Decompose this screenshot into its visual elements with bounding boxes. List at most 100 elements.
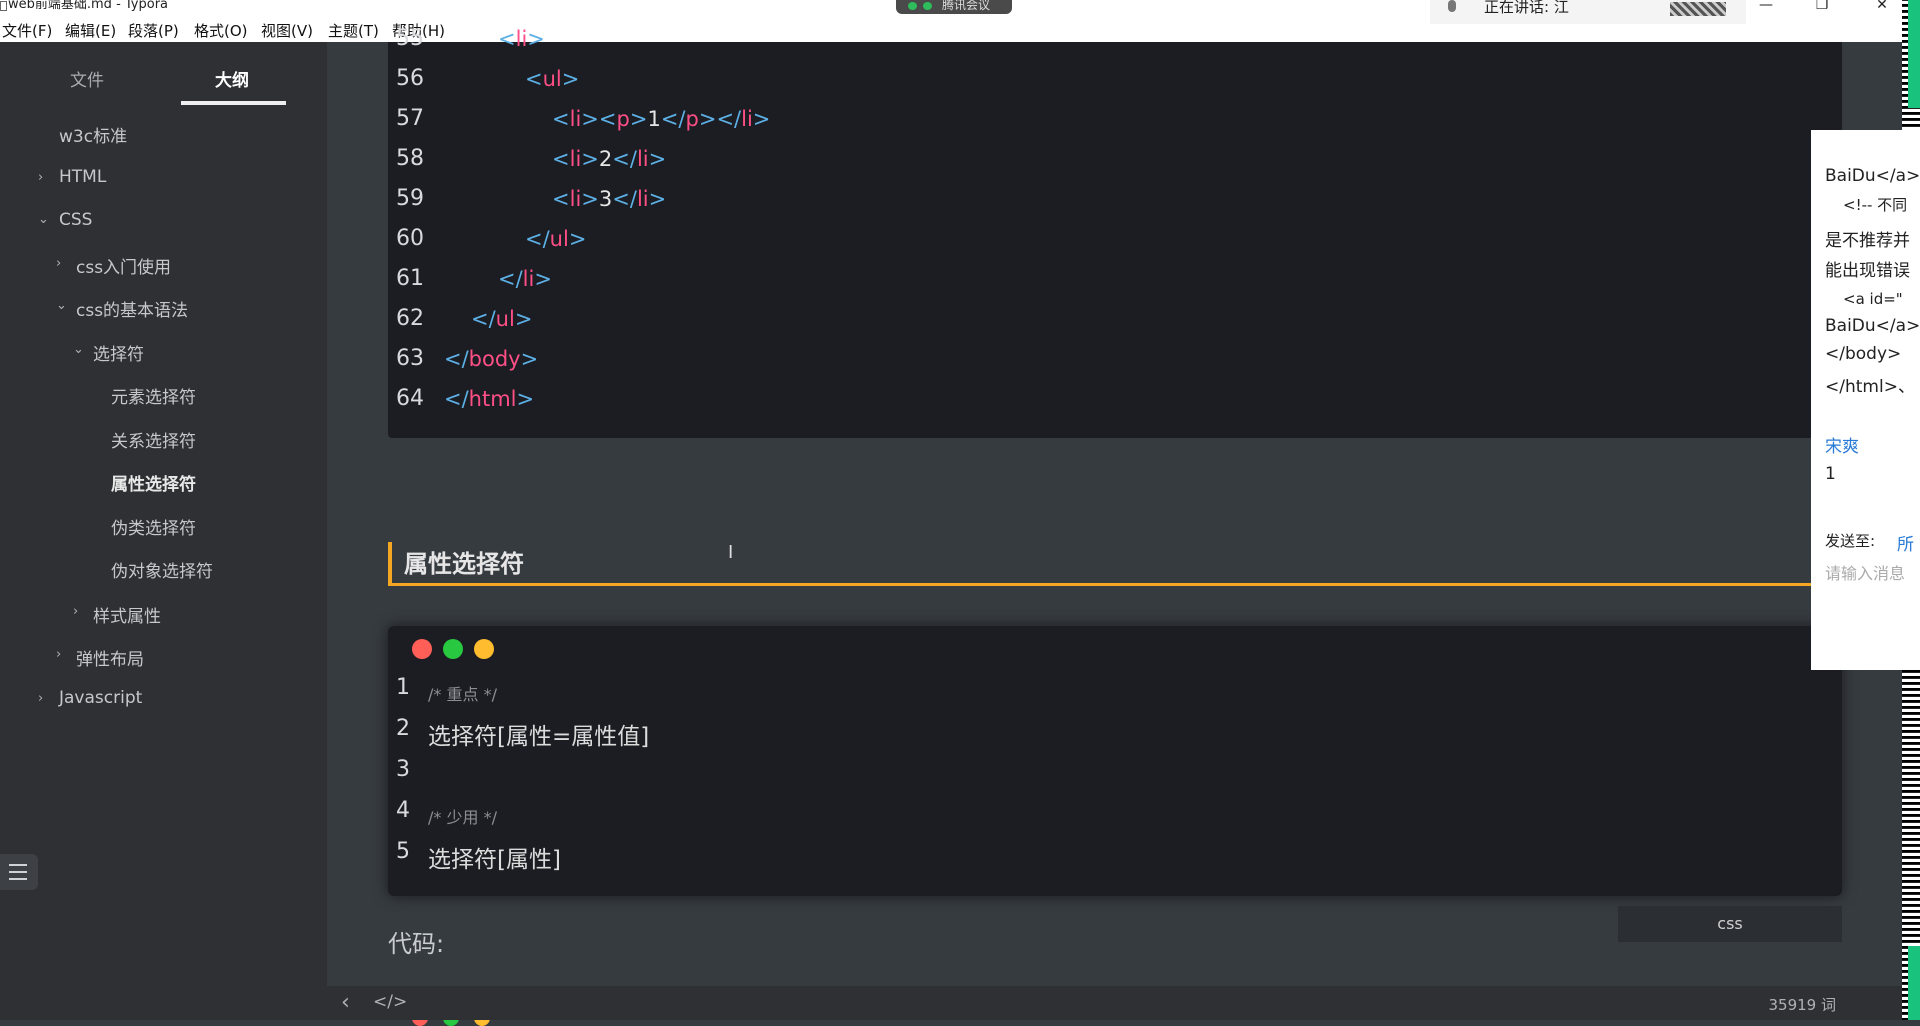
- line-number: 59: [396, 186, 424, 211]
- line-number: 4: [396, 798, 410, 823]
- minimize-dot-icon: [443, 639, 463, 659]
- line-number: 60: [396, 226, 424, 251]
- outline-item-flex-layout[interactable]: 弹性布局: [76, 645, 144, 670]
- chevron-right-icon[interactable]: ›: [38, 691, 43, 706]
- chevron-right-icon[interactable]: ›: [56, 647, 61, 662]
- menu-file[interactable]: 文件(F): [2, 20, 52, 41]
- word-count[interactable]: 35919 词: [1769, 994, 1837, 1015]
- tab-outline[interactable]: 大纲: [215, 66, 249, 91]
- code-comment: /* 少用 */: [428, 808, 497, 827]
- code-block-html[interactable]: 55 <li> 56 <ul> 57 <li><p>1</p></li> 58 <li>2</…: [388, 26, 1842, 438]
- outline-item-css-intro[interactable]: css入门使用: [76, 253, 171, 278]
- line-number: 2: [396, 716, 410, 741]
- maximize-button[interactable]: ❐: [1802, 0, 1842, 14]
- meeting-status-icon: [908, 2, 917, 10]
- minimize-button[interactable]: —: [1746, 0, 1786, 14]
- code-line: <li>2</li>: [552, 147, 667, 171]
- chevron-right-icon[interactable]: ›: [56, 256, 61, 271]
- code-line: <li><p>1</p></li>: [552, 107, 771, 131]
- menu-format[interactable]: 格式(O): [194, 20, 248, 41]
- outline-item-attribute-selector[interactable]: 属性选择符: [111, 470, 196, 495]
- code-line: </li>: [498, 267, 552, 291]
- list-icon: [9, 871, 27, 873]
- section-heading[interactable]: 属性选择符: [388, 542, 1842, 586]
- code-block-css[interactable]: 1 /* 重点 */ 2 选择符[属性=属性值] 3 4 /* 少用 */ 5 选择符[属性]: [388, 626, 1842, 896]
- status-bar: ‹ </> 35919 词: [327, 986, 1920, 1020]
- outline-item-html[interactable]: HTML: [59, 167, 106, 187]
- line-number: 61: [396, 266, 424, 291]
- speaking-indicator: 正在讲话: 江: [1430, 0, 1746, 24]
- chat-sender-name[interactable]: 宋爽: [1825, 432, 1859, 457]
- outline-item-javascript[interactable]: Javascript: [59, 688, 142, 708]
- meeting-app-label: 腾讯会议: [942, 0, 991, 12]
- line-number: 1: [396, 675, 410, 700]
- meeting-chat-panel: BaiDu</a> <!-- 不同 是不推荐并 能出现错误 <a id=" Ba…: [1811, 130, 1920, 670]
- code-label: 代码:: [388, 930, 445, 958]
- microphone-icon: [1448, 0, 1456, 12]
- outline-item-css-syntax[interactable]: css的基本语法: [76, 296, 188, 321]
- code-line: </ul>: [471, 307, 533, 331]
- chat-text-line: BaiDu</a>: [1825, 166, 1920, 186]
- chat-input[interactable]: 请输入消息: [1825, 560, 1905, 584]
- code-line: </html>: [444, 387, 535, 411]
- code-line: <li>3</li>: [552, 187, 667, 211]
- meeting-indicator[interactable]: 腾讯会议: [896, 0, 1012, 14]
- line-number: 57: [396, 106, 424, 131]
- line-number: 63: [396, 346, 424, 371]
- chat-text-line: 能出现错误: [1825, 261, 1910, 281]
- code-comment: /* 重点 */: [428, 685, 497, 704]
- menu-view[interactable]: 视图(V): [261, 20, 313, 41]
- chat-message: 1: [1825, 464, 1836, 484]
- outline-item-style-properties[interactable]: 样式属性: [93, 602, 161, 627]
- menu-edit[interactable]: 编辑(E): [65, 20, 116, 41]
- chevron-right-icon[interactable]: ›: [73, 604, 78, 619]
- line-number: 5: [396, 839, 410, 864]
- document-icon: [0, 1, 7, 11]
- outline-item-css[interactable]: CSS: [59, 210, 92, 230]
- speaker-avatars: [1670, 2, 1726, 16]
- code-line: <ul>: [525, 67, 580, 91]
- close-dot-icon: [412, 639, 432, 659]
- chat-text-line: <!-- 不同: [1843, 196, 1908, 214]
- chevron-down-icon[interactable]: ⌄: [38, 212, 49, 227]
- outline-item-selectors[interactable]: 选择符: [93, 340, 144, 365]
- outline-item-pseudo-class-selector[interactable]: 伪类选择符: [111, 514, 196, 539]
- line-number: 58: [396, 146, 424, 171]
- code-line: 选择符[属性]: [428, 847, 561, 873]
- code-line: </body>: [444, 347, 539, 371]
- window-title: web前端基础.md - Typora: [8, 0, 169, 12]
- chevron-right-icon[interactable]: ›: [38, 170, 43, 185]
- active-tab-indicator: [181, 101, 286, 105]
- code-line: 选择符[属性=属性值]: [428, 724, 650, 750]
- outline-item-element-selector[interactable]: 元素选择符: [111, 383, 196, 408]
- send-to-selector[interactable]: 所: [1897, 530, 1914, 555]
- close-button[interactable]: ✕: [1862, 0, 1902, 14]
- tab-files[interactable]: 文件: [70, 66, 104, 91]
- line-number: 64: [396, 386, 424, 411]
- chevron-left-icon[interactable]: ‹: [341, 990, 350, 1015]
- code-language-input[interactable]: css: [1618, 906, 1842, 942]
- chat-text-line: 是不推荐并: [1825, 231, 1910, 251]
- outline-item-w3c[interactable]: w3c标准: [59, 122, 127, 147]
- line-number: 62: [396, 306, 424, 331]
- chevron-down-icon[interactable]: ⌄: [56, 298, 67, 313]
- list-icon: [9, 878, 27, 880]
- speaking-text: 正在讲话: 江: [1484, 0, 1569, 16]
- list-icon: [9, 864, 27, 866]
- outline-toggle-button[interactable]: [0, 854, 38, 890]
- line-number: 3: [396, 757, 410, 782]
- send-to-label: 发送至:: [1825, 532, 1876, 550]
- maximize-dot-icon: [474, 639, 494, 659]
- code-icon[interactable]: </>: [373, 992, 407, 1012]
- meeting-border-indicator: [1908, 0, 1920, 108]
- chat-text-line: </html>、: [1825, 377, 1915, 397]
- menu-paragraph[interactable]: 段落(P): [128, 20, 179, 41]
- chevron-down-icon[interactable]: ⌄: [73, 342, 84, 357]
- chat-text-line: </body>: [1825, 344, 1902, 364]
- menu-theme[interactable]: 主题(T): [328, 20, 379, 41]
- outline-item-pseudo-element-selector[interactable]: 伪对象选择符: [111, 557, 213, 582]
- outline-item-relation-selector[interactable]: 关系选择符: [111, 427, 196, 452]
- chat-text-line: BaiDu</a>: [1825, 316, 1920, 336]
- text-cursor-icon: I: [728, 542, 734, 563]
- code-line: <li>: [498, 27, 545, 51]
